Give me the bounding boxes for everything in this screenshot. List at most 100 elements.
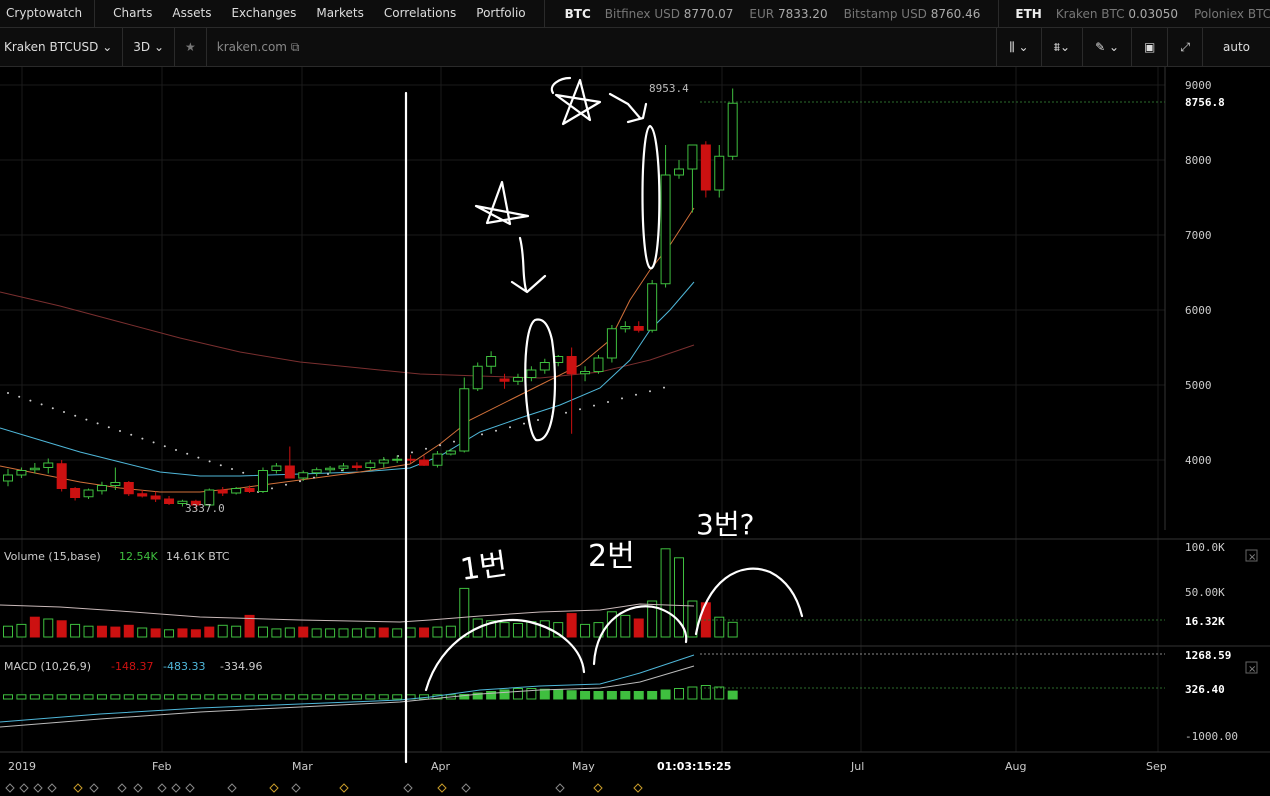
nav-portfolio[interactable]: Portfolio xyxy=(466,0,535,27)
top-nav-bar: Cryptowatch Charts Assets Exchanges Mark… xyxy=(0,0,1270,28)
volume-bar xyxy=(378,627,389,638)
indicators-button[interactable]: ⩩⌄ xyxy=(1040,28,1082,66)
candle-body xyxy=(526,369,537,378)
nav-assets[interactable]: Assets xyxy=(162,0,221,27)
last-price-label: 8756.8 xyxy=(1185,96,1225,109)
sar-dot xyxy=(565,411,567,414)
event-marker-icon[interactable] xyxy=(269,783,279,793)
nav-markets[interactable]: Markets xyxy=(306,0,374,27)
volume-bar xyxy=(392,628,403,638)
brand-logo[interactable]: Cryptowatch xyxy=(0,0,96,27)
candle-body xyxy=(606,328,617,359)
candle-body xyxy=(700,144,711,191)
volume-bar xyxy=(137,627,148,638)
candle-body xyxy=(633,326,644,331)
volume-bar xyxy=(231,625,242,638)
candle-body xyxy=(217,489,228,494)
macd-bar xyxy=(633,691,644,700)
chevron-down-icon: ⌄ xyxy=(102,40,113,54)
scale-mode-button[interactable]: auto xyxy=(1201,28,1270,66)
screenshot-button[interactable]: ▣ xyxy=(1131,28,1167,66)
volume-title: Volume (15,base) xyxy=(4,550,101,563)
event-marker-icon[interactable] xyxy=(461,783,471,793)
time-tick-feb: Feb xyxy=(152,760,171,773)
sar-dot xyxy=(285,483,287,486)
candle-body xyxy=(727,102,738,157)
ticker-bitstamp[interactable]: Bitstamp USD 8760.46 xyxy=(844,7,997,21)
macd-tick-min: -1000.00 xyxy=(1185,730,1238,743)
event-marker-icon[interactable] xyxy=(73,783,83,793)
event-marker-icon[interactable] xyxy=(157,783,167,793)
candle-body xyxy=(687,144,698,170)
market-label: Kraken BTCUSD xyxy=(4,40,99,54)
chart-icon: ▣ xyxy=(1144,40,1156,54)
event-marker-icon[interactable] xyxy=(593,783,603,793)
ticker-eur[interactable]: EUR 7833.20 xyxy=(749,7,843,21)
ticker-name: Poloniex BTC xyxy=(1193,6,1270,21)
price-tick-4000: 4000 xyxy=(1185,454,1212,467)
event-marker-icon[interactable] xyxy=(5,783,15,793)
macd-bar xyxy=(298,694,309,700)
annotation-arrow-top xyxy=(608,92,648,124)
event-marker-icon[interactable] xyxy=(33,783,43,793)
btc-ticker-label[interactable]: BTC xyxy=(545,7,605,21)
sar-dot xyxy=(107,426,110,429)
draw-tool-button[interactable]: ✎ ⌄ xyxy=(1082,28,1131,66)
event-marker-icon[interactable] xyxy=(227,783,237,793)
market-select[interactable]: Kraken BTCUSD ⌄ xyxy=(0,28,124,66)
ticker-bitfinex[interactable]: Bitfinex USD 8770.07 xyxy=(605,7,750,21)
fullscreen-button[interactable]: ⤢ xyxy=(1167,28,1202,66)
macd-bar xyxy=(56,694,67,700)
volume-bar xyxy=(727,621,738,638)
time-tick-sep: Sep xyxy=(1146,760,1167,773)
nav-correlations[interactable]: Correlations xyxy=(374,0,466,27)
eth-ticker-label[interactable]: ETH xyxy=(999,7,1055,21)
event-marker-icon[interactable] xyxy=(171,783,181,793)
price-chart[interactable]: 9000 8756.8 8000 7000 6000 5000 4000 895… xyxy=(0,67,1270,796)
ticker-poloniex-eth[interactable]: Poloniex BTC 0 xyxy=(1194,7,1270,21)
annotation-label-2: 2번 xyxy=(588,539,635,574)
macd-bar xyxy=(606,691,617,700)
event-marker-icon[interactable] xyxy=(133,783,143,793)
volume-bar xyxy=(512,623,523,638)
macd-bar xyxy=(257,694,268,700)
macd-bar xyxy=(378,694,389,700)
time-tick-2019: 2019 xyxy=(8,760,36,773)
nav-exchanges[interactable]: Exchanges xyxy=(221,0,306,27)
ticker-kraken-eth[interactable]: Kraken BTC 0.03050 xyxy=(1056,7,1194,21)
event-marker-icon[interactable] xyxy=(339,783,349,793)
macd-bar xyxy=(164,694,175,700)
event-markers[interactable] xyxy=(5,783,643,793)
candle-type-button[interactable]: ⫼ ⌄ xyxy=(996,28,1040,66)
volume-bar xyxy=(499,622,510,638)
sar-dot xyxy=(208,460,211,463)
event-marker-icon[interactable] xyxy=(47,783,57,793)
exchange-link[interactable]: kraken.com ⧉ xyxy=(207,28,310,66)
macd-bar xyxy=(137,694,148,700)
macd-bar xyxy=(714,686,725,700)
event-marker-icon[interactable] xyxy=(633,783,643,793)
event-marker-icon[interactable] xyxy=(117,783,127,793)
candle-body xyxy=(29,467,40,471)
volume-bar xyxy=(271,628,282,638)
candle-body xyxy=(257,470,268,492)
event-marker-icon[interactable] xyxy=(291,783,301,793)
period-select[interactable]: 3D ⌄ xyxy=(123,28,176,66)
event-marker-icon[interactable] xyxy=(437,783,447,793)
event-marker-icon[interactable] xyxy=(185,783,195,793)
event-marker-icon[interactable] xyxy=(19,783,29,793)
macd-bar xyxy=(150,694,161,700)
ticker-value: 8760.46 xyxy=(930,6,981,21)
event-marker-icon[interactable] xyxy=(555,783,565,793)
candle-body xyxy=(472,365,483,390)
candle-body xyxy=(647,283,658,331)
volume-bar xyxy=(177,628,188,638)
nav-charts[interactable]: Charts xyxy=(95,0,162,27)
sar-dot xyxy=(29,399,32,402)
favorite-star-icon[interactable]: ★ xyxy=(175,28,207,66)
close-icon: × xyxy=(1248,664,1256,675)
event-marker-icon[interactable] xyxy=(89,783,99,793)
macd-current-label: 326.40 xyxy=(1185,683,1225,696)
annotation-arrow-mid xyxy=(510,236,547,294)
event-marker-icon[interactable] xyxy=(403,783,413,793)
